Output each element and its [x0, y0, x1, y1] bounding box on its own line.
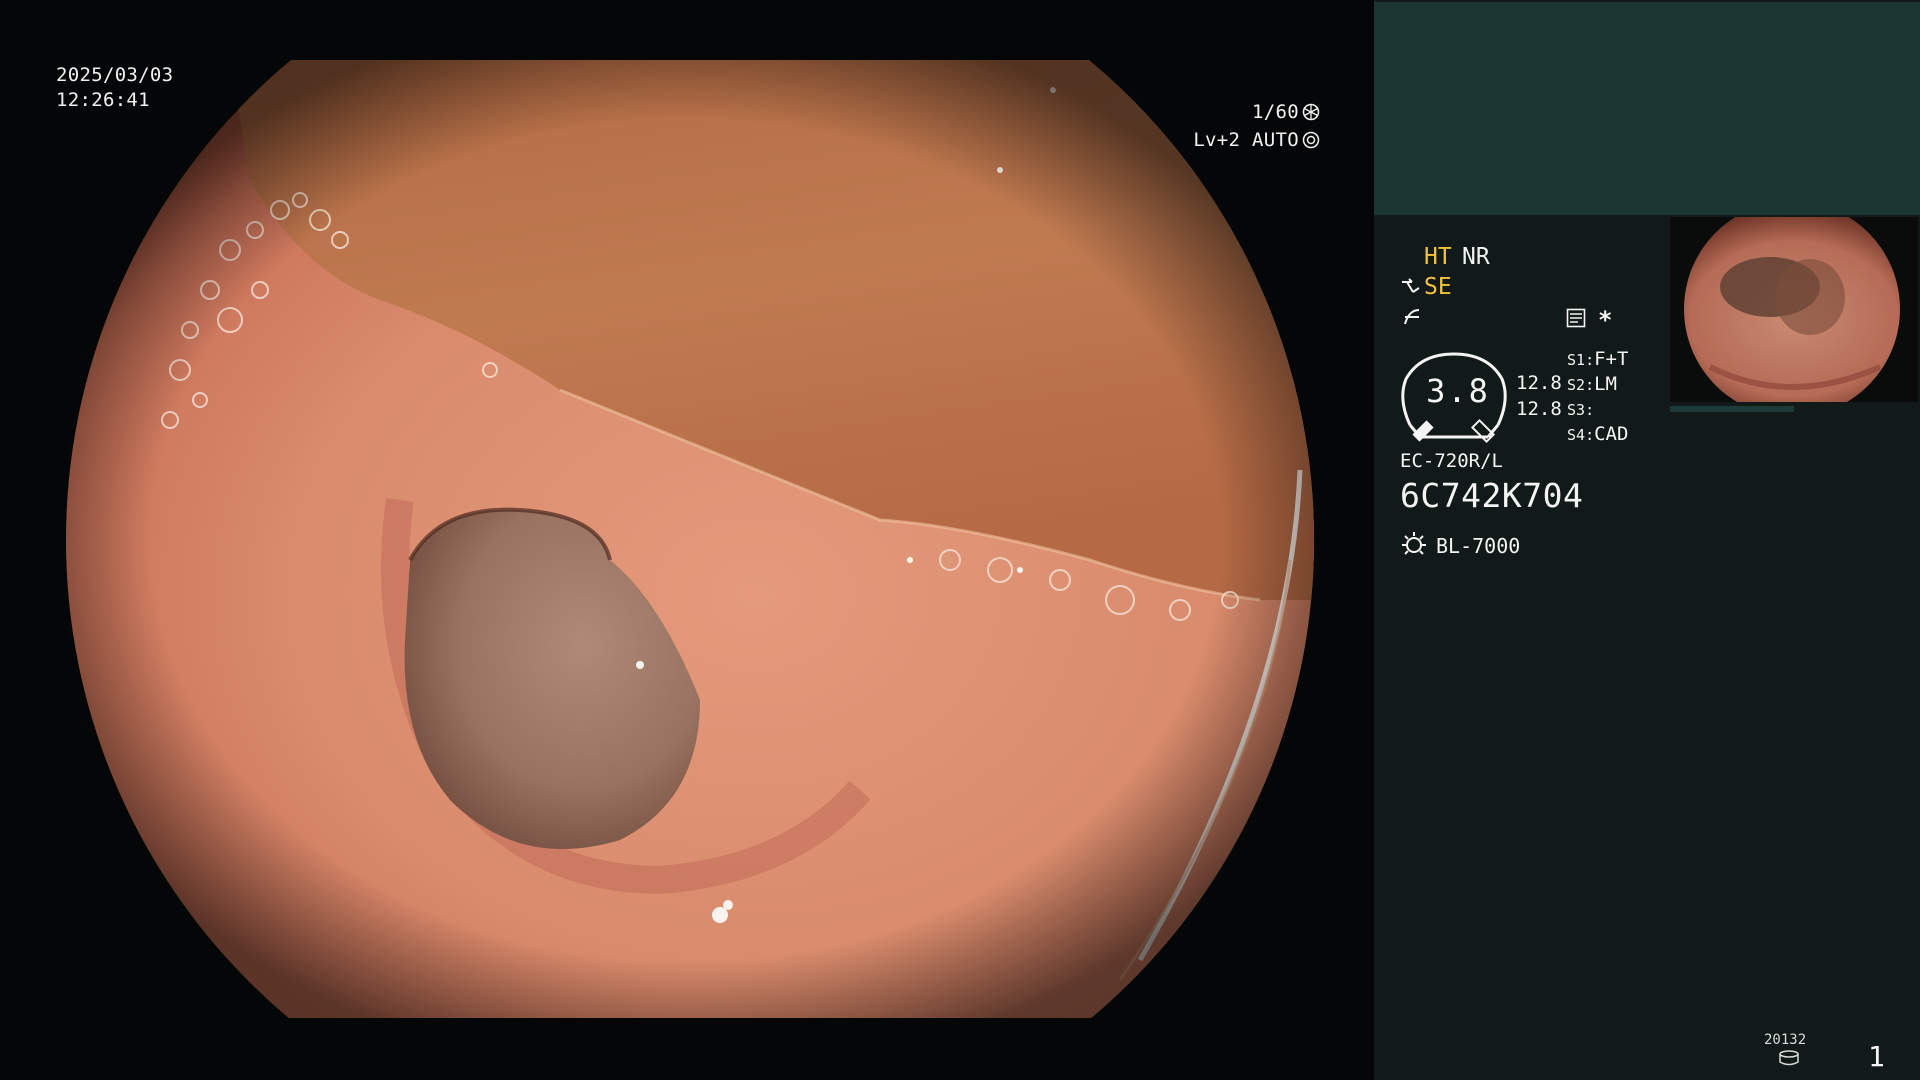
level-text: Lv+2 [1193, 129, 1241, 151]
switch-s1: S1:F+T [1567, 348, 1629, 370]
info-panel: HT NR SE * 3.8 12.8 12.8 S1:F+T S2:LM S3… [1374, 0, 1920, 1080]
scope-serial: 6C742K704 [1400, 476, 1584, 515]
switch-label: LM [1594, 373, 1617, 395]
endoscopic-image [66, 60, 1314, 1018]
nr-indicator: NR [1462, 244, 1490, 270]
switch-s3: S3: [1567, 401, 1595, 419]
scope-model: EC-720R/L [1400, 450, 1503, 472]
switch-s2: S2:LM [1567, 373, 1617, 395]
endoscope-viewport: 2025/03/03 12:26:41 1/60 Lv+2 AUTO [0, 0, 1372, 1080]
se-indicator: SE [1424, 274, 1452, 300]
switch-label: F+T [1594, 348, 1629, 370]
asterisk-indicator: * [1598, 306, 1613, 334]
thumbnail-status-bar [1670, 404, 1918, 416]
document-settings-icon [1566, 308, 1586, 328]
date-time-readout: 2025/03/03 12:26:41 [56, 63, 173, 113]
switch-key: S3 [1567, 401, 1586, 419]
switch-key: S4 [1567, 426, 1586, 444]
image-counter: 20132 [1764, 1032, 1807, 1048]
switch-label: CAD [1594, 423, 1629, 445]
switch-key: S1 [1567, 351, 1586, 369]
switch-key: S2 [1567, 376, 1586, 394]
enhancement-icon [1402, 306, 1422, 328]
value-readout-1: 12.8 [1516, 372, 1562, 394]
value-readout-2: 12.8 [1516, 398, 1562, 420]
aperture-icon [1302, 101, 1320, 121]
date-text: 2025/03/03 [56, 64, 174, 86]
page-number: 1 [1868, 1040, 1885, 1073]
light-source-label: BL-7000 [1436, 534, 1521, 558]
captured-thumbnail[interactable] [1670, 217, 1918, 402]
ht-indicator: HT [1424, 244, 1452, 270]
shutter-speed-text: 1/60 [1252, 101, 1299, 123]
storage-icon [1778, 1050, 1800, 1066]
exposure-readout: 1/60 Lv+2 AUTO [1193, 98, 1320, 154]
switch-s4: S4:CAD [1567, 423, 1629, 445]
scope-icon [1400, 276, 1422, 296]
time-text: 12:26:41 [56, 89, 150, 111]
dial-value: 3.8 [1426, 372, 1490, 410]
iris-icon [1302, 129, 1320, 149]
panel-header-area [1374, 2, 1920, 215]
exposure-mode-text: AUTO [1252, 129, 1299, 151]
light-source-icon [1400, 530, 1428, 558]
